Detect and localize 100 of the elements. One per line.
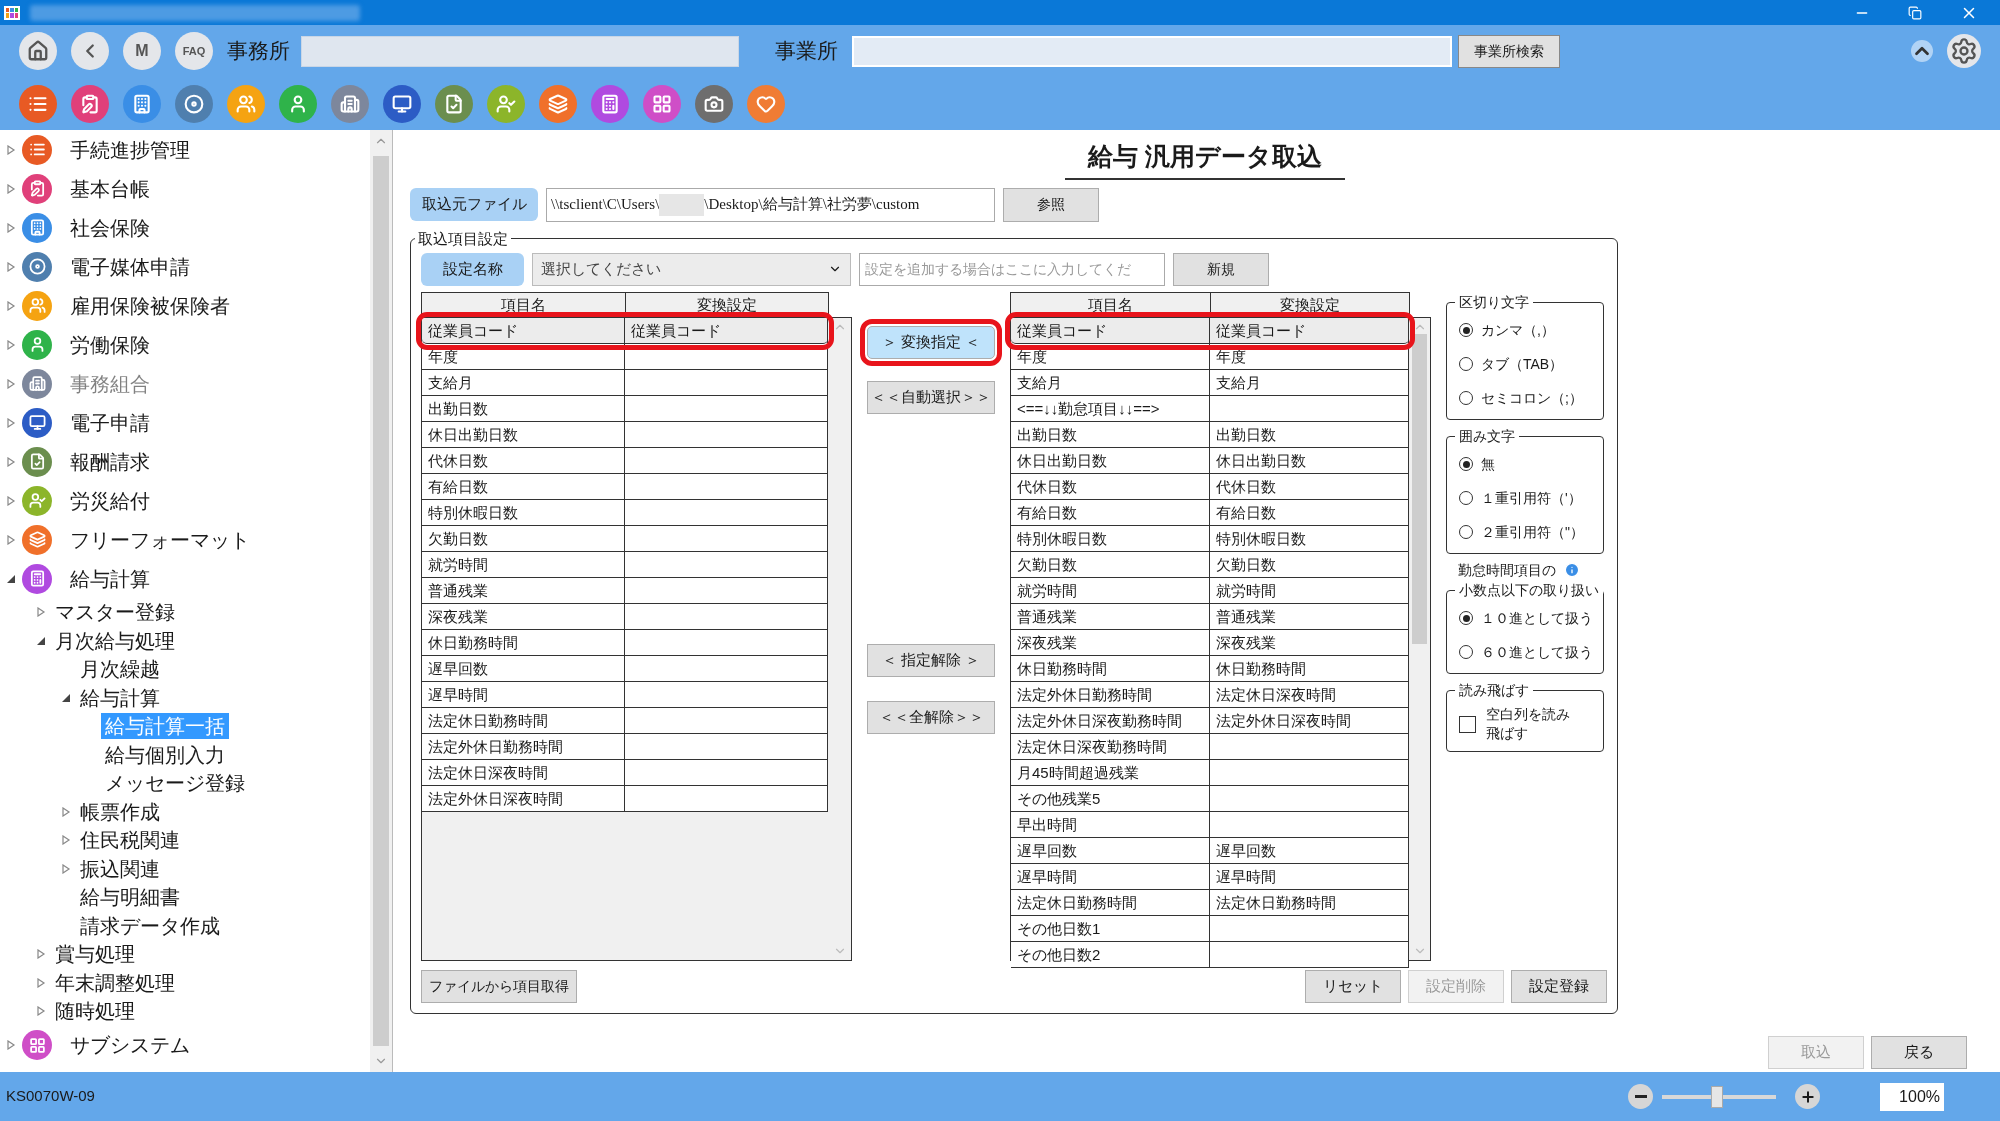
collapse-icon[interactable]	[1911, 40, 1933, 62]
tree-item[interactable]: 電子申請	[66, 409, 154, 436]
table-row[interactable]: 普通残業 普通残業	[1011, 604, 1409, 630]
expand-arrow-icon[interactable]	[61, 863, 71, 874]
tree-item[interactable]: 請求データ作成	[76, 912, 224, 939]
expand-arrow-icon[interactable]	[6, 534, 16, 545]
app-shortcut-icon[interactable]	[227, 85, 265, 123]
radio-button[interactable]	[1459, 525, 1473, 539]
expand-arrow-icon[interactable]	[6, 456, 16, 467]
table-row[interactable]: 法定休日深夜勤務時間	[1011, 734, 1409, 760]
info-icon[interactable]	[1564, 562, 1580, 578]
table-row[interactable]: 深夜残業	[422, 604, 828, 630]
expand-arrow-icon[interactable]	[6, 339, 16, 350]
scroll-thumb[interactable]	[373, 156, 389, 1046]
table-row[interactable]: 休日出勤日数 休日出勤日数	[1011, 448, 1409, 474]
tree-item[interactable]: 電子媒体申請	[66, 253, 194, 280]
table-row[interactable]: <==↓↓勤怠項目↓↓==>	[1011, 396, 1409, 422]
tree-item[interactable]: メッセージ登録	[101, 770, 249, 797]
table-row[interactable]: 遅早時間 遅早時間	[1011, 864, 1409, 890]
radio-button[interactable]	[1459, 457, 1473, 471]
expand-arrow-icon[interactable]	[6, 417, 16, 428]
expand-arrow-icon[interactable]	[36, 977, 46, 988]
table-row[interactable]: 欠勤日数 欠勤日数	[1011, 552, 1409, 578]
site-search-button[interactable]: 事業所検索	[1458, 34, 1560, 68]
collapse-arrow-icon[interactable]	[36, 635, 46, 646]
zoom-value-field[interactable]: 100%	[1880, 1082, 1944, 1111]
site-field[interactable]	[852, 35, 1452, 67]
table-row[interactable]: 普通残業	[422, 578, 828, 604]
tree-item[interactable]: 給与計算	[76, 684, 164, 711]
tree-item[interactable]: マスター登録	[51, 599, 179, 626]
scroll-thumb[interactable]	[1412, 334, 1427, 644]
expand-arrow-icon[interactable]	[6, 183, 16, 194]
app-shortcut-icon[interactable]	[643, 85, 681, 123]
table-row[interactable]: 欠勤日数	[422, 526, 828, 552]
table-row[interactable]: 就労時間	[422, 552, 828, 578]
table-row[interactable]: 遅早時間	[422, 682, 828, 708]
expand-arrow-icon[interactable]	[6, 261, 16, 272]
app-shortcut-icon[interactable]	[279, 85, 317, 123]
app-shortcut-icon[interactable]	[539, 85, 577, 123]
radio-button[interactable]	[1459, 611, 1473, 625]
tree-item[interactable]: 労働保険	[66, 331, 154, 358]
action-button[interactable]: 戻る	[1871, 1036, 1967, 1069]
zoom-in-button[interactable]	[1795, 1084, 1820, 1109]
tree-item[interactable]: 給与個別入力	[101, 741, 229, 768]
table-row[interactable]: 休日勤務時間 休日勤務時間	[1011, 656, 1409, 682]
table-row[interactable]: 遅早回数	[422, 656, 828, 682]
table-row[interactable]: 支給月 支給月	[1011, 370, 1409, 396]
footer-button[interactable]: リセット	[1305, 970, 1401, 1003]
app-shortcut-icon[interactable]	[383, 85, 421, 123]
table-row[interactable]: その他日数1	[1011, 916, 1409, 942]
collapse-arrow-icon[interactable]	[6, 573, 16, 584]
fetch-items-button[interactable]: ファイルから項目取得	[421, 970, 577, 1003]
collapse-arrow-icon[interactable]	[61, 692, 71, 703]
table-row[interactable]: その他日数2	[1011, 942, 1409, 968]
table-row[interactable]: 法定休日勤務時間	[422, 708, 828, 734]
setting-name-button[interactable]: 設定名称	[421, 252, 524, 286]
tree-item[interactable]: 報酬請求	[66, 448, 154, 475]
tree-item[interactable]: 随時処理	[51, 998, 139, 1025]
expand-arrow-icon[interactable]	[36, 607, 46, 618]
tree-item[interactable]: 労災給付	[66, 487, 154, 514]
table-row[interactable]: 特別休暇日数 特別休暇日数	[1011, 526, 1409, 552]
expand-arrow-icon[interactable]	[6, 495, 16, 506]
expand-arrow-icon[interactable]	[6, 1040, 16, 1050]
zoom-out-button[interactable]	[1628, 1084, 1653, 1109]
expand-arrow-icon[interactable]	[36, 1006, 46, 1017]
expand-arrow-icon[interactable]	[36, 949, 46, 960]
tree-item[interactable]: 社会保険	[66, 214, 154, 241]
table-row[interactable]: 法定外休日勤務時間 法定休日深夜時間	[1011, 682, 1409, 708]
sidebar-scrollbar[interactable]	[370, 130, 392, 1072]
transfer-button[interactable]: ＜＜自動選択＞＞	[867, 381, 995, 414]
checkbox[interactable]	[1459, 715, 1476, 733]
table-row[interactable]: 出勤日数 出勤日数	[1011, 422, 1409, 448]
tree-item[interactable]: 月次繰越	[76, 656, 164, 683]
table-row[interactable]: 法定休日勤務時間 法定休日勤務時間	[1011, 890, 1409, 916]
file-path-field[interactable]: \\tsclient\C\Users\ \Desktop\給与計算\社労夢\custom	[546, 187, 995, 222]
office-field[interactable]	[301, 35, 739, 67]
table-row[interactable]: 代休日数 代休日数	[1011, 474, 1409, 500]
app-shortcut-icon[interactable]	[435, 85, 473, 123]
home-button[interactable]	[19, 32, 57, 70]
radio-button[interactable]	[1459, 391, 1473, 405]
table-row[interactable]: 法定休日深夜時間	[422, 760, 828, 786]
tree-item[interactable]: 手続進捗管理	[66, 136, 194, 163]
back-button[interactable]	[71, 32, 109, 70]
new-setting-field[interactable]: 設定を追加する場合はここに入力してくだ	[859, 252, 1165, 286]
table-row[interactable]: 就労時間 就労時間	[1011, 578, 1409, 604]
table-row[interactable]: その他残業5	[1011, 786, 1409, 812]
tree-item[interactable]: 帳票作成	[76, 798, 164, 825]
app-shortcut-icon[interactable]	[19, 85, 57, 123]
table-row[interactable]: 休日出勤日数	[422, 422, 828, 448]
new-button[interactable]: 新規	[1173, 252, 1269, 286]
table-row[interactable]: 早出時間	[1011, 812, 1409, 838]
table-row[interactable]: 代休日数	[422, 448, 828, 474]
app-shortcut-icon[interactable]	[695, 85, 733, 123]
tree-item[interactable]: フリーフォーマット	[66, 526, 254, 553]
expand-arrow-icon[interactable]	[61, 835, 71, 846]
slider-thumb[interactable]	[1710, 1085, 1723, 1108]
app-shortcut-icon[interactable]	[591, 85, 629, 123]
radio-button[interactable]	[1459, 357, 1473, 371]
transfer-button[interactable]: ＜ 指定解除 ＞	[867, 644, 995, 677]
faq-button[interactable]: FAQ	[175, 32, 213, 70]
